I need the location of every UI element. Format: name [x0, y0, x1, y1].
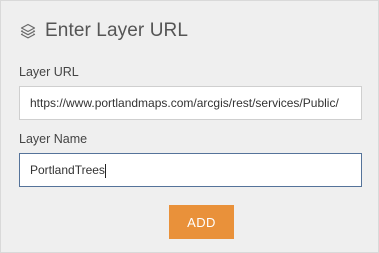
layers-icon [19, 23, 36, 40]
text-cursor [104, 163, 106, 178]
add-button[interactable]: ADD [169, 205, 234, 239]
layer-name-value: PortlandTrees [30, 163, 105, 177]
layer-name-input[interactable]: PortlandTrees [19, 153, 362, 187]
panel-header: Enter Layer URL [19, 18, 188, 44]
add-layer-panel: Enter Layer URL Layer URL https://www.po… [0, 0, 379, 253]
layer-url-label: Layer URL [19, 65, 79, 79]
layer-name-label: Layer Name [19, 132, 88, 146]
layer-url-input[interactable]: https://www.portlandmaps.com/arcgis/rest… [19, 86, 362, 120]
layer-url-value: https://www.portlandmaps.com/arcgis/rest… [30, 96, 339, 110]
panel-title: Enter Layer URL [45, 20, 189, 41]
